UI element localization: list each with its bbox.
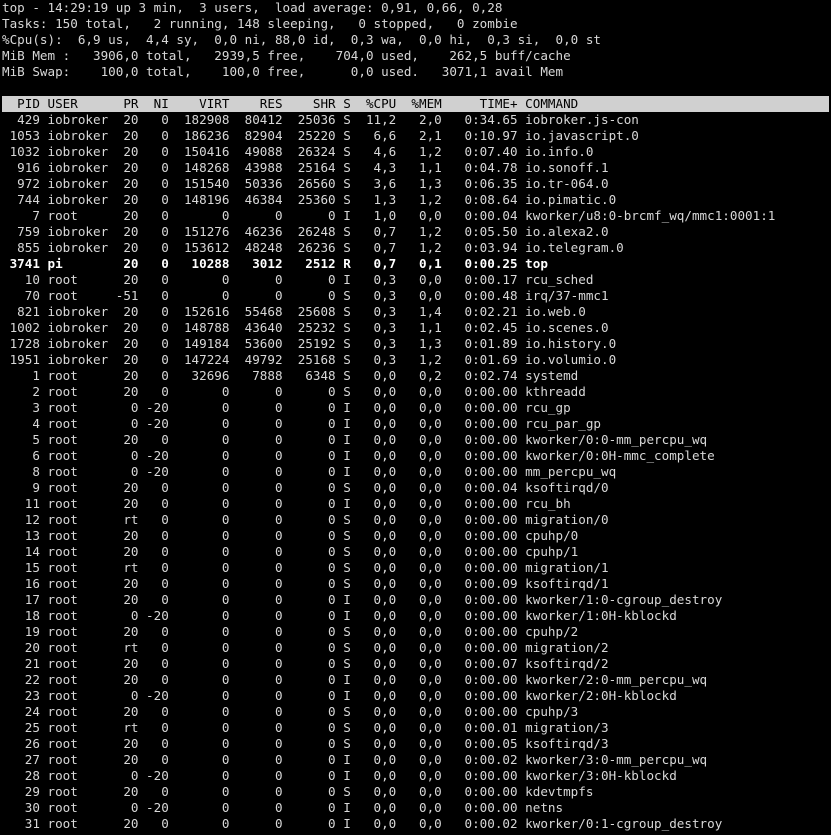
process-row: 1951 iobroker 20 0 147224 49792 25168 S … xyxy=(2,352,617,367)
process-row: 23 root 0 -20 0 0 0 I 0,0 0,0 0:00.00 kw… xyxy=(2,688,677,703)
process-row: 821 iobroker 20 0 152616 55468 25608 S 0… xyxy=(2,304,586,319)
process-row: 916 iobroker 20 0 148268 43988 25164 S 4… xyxy=(2,160,609,175)
process-row: 7 root 20 0 0 0 0 I 1,0 0,0 0:00.04 kwor… xyxy=(2,208,776,223)
process-row: 3 root 0 -20 0 0 0 I 0,0 0,0 0:00.00 rcu… xyxy=(2,400,571,415)
process-row: 20 root rt 0 0 0 0 S 0,0 0,0 0:00.00 mig… xyxy=(2,640,609,655)
process-row: 1053 iobroker 20 0 186236 82904 25220 S … xyxy=(2,128,639,143)
process-row: 24 root 20 0 0 0 0 S 0,0 0,0 0:00.00 cpu… xyxy=(2,704,579,719)
process-row: 972 iobroker 20 0 151540 50336 26560 S 3… xyxy=(2,176,609,191)
process-row: 1032 iobroker 20 0 150416 49088 26324 S … xyxy=(2,144,594,159)
process-row: 9 root 20 0 0 0 0 S 0,0 0,0 0:00.04 ksof… xyxy=(2,480,609,495)
process-row: 18 root 0 -20 0 0 0 I 0,0 0,0 0:00.00 kw… xyxy=(2,608,677,623)
summary-swap-line: MiB Swap: 100,0 total, 100,0 free, 0,0 u… xyxy=(2,64,564,79)
process-row: 70 root -51 0 0 0 0 S 0,3 0,0 0:00.48 ir… xyxy=(2,288,609,303)
process-row: 4 root 0 -20 0 0 0 I 0,0 0,0 0:00.00 rcu… xyxy=(2,416,601,431)
process-row: 744 iobroker 20 0 148196 46384 25360 S 1… xyxy=(2,192,617,207)
process-row: 1 root 20 0 32696 7888 6348 S 0,0 0,2 0:… xyxy=(2,368,579,383)
process-row: 26 root 20 0 0 0 0 S 0,0 0,0 0:00.05 kso… xyxy=(2,736,609,751)
process-row: 16 root 20 0 0 0 0 S 0,0 0,0 0:00.09 kso… xyxy=(2,576,609,591)
process-row: 19 root 20 0 0 0 0 S 0,0 0,0 0:00.00 cpu… xyxy=(2,624,579,639)
process-row: 21 root 20 0 0 0 0 S 0,0 0,0 0:00.07 kso… xyxy=(2,656,609,671)
process-row: 28 root 0 -20 0 0 0 I 0,0 0,0 0:00.00 kw… xyxy=(2,768,677,783)
process-row: 14 root 20 0 0 0 0 S 0,0 0,0 0:00.00 cpu… xyxy=(2,544,579,559)
process-row: 17 root 20 0 0 0 0 I 0,0 0,0 0:00.00 kwo… xyxy=(2,592,723,607)
process-row: 855 iobroker 20 0 153612 48248 26236 S 0… xyxy=(2,240,624,255)
summary-mem-line: MiB Mem : 3906,0 total, 2939,5 free, 704… xyxy=(2,48,571,63)
process-row: 8 root 0 -20 0 0 0 I 0,0 0,0 0:00.00 mm_… xyxy=(2,464,617,479)
process-row: 2 root 20 0 0 0 0 S 0,0 0,0 0:00.00 kthr… xyxy=(2,384,586,399)
process-row: 5 root 20 0 0 0 0 I 0,0 0,0 0:00.00 kwor… xyxy=(2,432,708,447)
process-row: 31 root 20 0 0 0 0 I 0,0 0,0 0:00.02 kwo… xyxy=(2,816,723,831)
process-row: 1728 iobroker 20 0 149184 53600 25192 S … xyxy=(2,336,617,351)
process-row: 27 root 20 0 0 0 0 I 0,0 0,0 0:00.02 kwo… xyxy=(2,752,708,767)
process-row: 12 root rt 0 0 0 0 S 0,0 0,0 0:00.00 mig… xyxy=(2,512,609,527)
process-row: 11 root 20 0 0 0 0 I 0,0 0,0 0:00.00 rcu… xyxy=(2,496,571,511)
process-row: 6 root 0 -20 0 0 0 I 0,0 0,0 0:00.00 kwo… xyxy=(2,448,715,463)
summary-uptime-line: top - 14:29:19 up 3 min, 3 users, load a… xyxy=(2,0,503,15)
process-list: 429 iobroker 20 0 182908 80412 25036 S 1… xyxy=(2,112,831,832)
process-row: 1002 iobroker 20 0 148788 43640 25232 S … xyxy=(2,320,609,335)
summary-cpu-line: %Cpu(s): 6,9 us, 4,4 sy, 0,0 ni, 88,0 id… xyxy=(2,32,601,47)
process-table-header: PID USER PR NI VIRT RES SHR S %CPU %MEM … xyxy=(2,96,829,112)
process-row: 13 root 20 0 0 0 0 S 0,0 0,0 0:00.00 cpu… xyxy=(2,528,579,543)
process-row: 15 root rt 0 0 0 0 S 0,0 0,0 0:00.00 mig… xyxy=(2,560,609,575)
process-row: 30 root 0 -20 0 0 0 I 0,0 0,0 0:00.00 ne… xyxy=(2,800,564,815)
process-row: 3741 pi 20 0 10288 3012 2512 R 0,7 0,1 0… xyxy=(2,256,548,271)
process-row: 29 root 20 0 0 0 0 S 0,0 0,0 0:00.00 kde… xyxy=(2,784,594,799)
process-row: 429 iobroker 20 0 182908 80412 25036 S 1… xyxy=(2,112,639,127)
process-row: 759 iobroker 20 0 151276 46236 26248 S 0… xyxy=(2,224,609,239)
process-row: 22 root 20 0 0 0 0 I 0,0 0,0 0:00.00 kwo… xyxy=(2,672,708,687)
process-row: 10 root 20 0 0 0 0 I 0,3 0,0 0:00.17 rcu… xyxy=(2,272,594,287)
terminal-window[interactable]: top - 14:29:19 up 3 min, 3 users, load a… xyxy=(2,0,831,832)
summary-tasks-line: Tasks: 150 total, 2 running, 148 sleepin… xyxy=(2,16,518,31)
process-row: 25 root rt 0 0 0 0 S 0,0 0,0 0:00.01 mig… xyxy=(2,720,609,735)
